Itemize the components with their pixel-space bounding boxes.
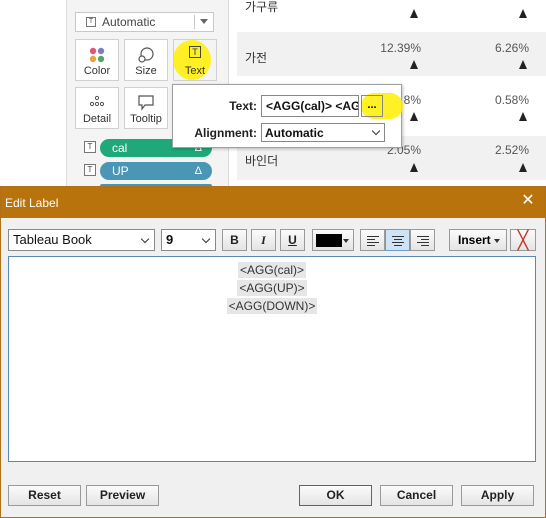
- reset-button[interactable]: Reset: [8, 485, 81, 506]
- text-field-label: Text:: [229, 99, 257, 113]
- text-button[interactable]: T Text: [173, 39, 217, 81]
- text-encoding-icon: T: [84, 164, 96, 176]
- align-left-button[interactable]: [360, 229, 385, 251]
- chevron-down-icon: [371, 126, 381, 136]
- up-arrow-icon: [519, 163, 527, 172]
- label-text-field[interactable]: <AGG(cal)> <AGG(UP)>: [261, 95, 359, 117]
- tooltip-icon: [138, 95, 154, 111]
- row-label: 바인더: [245, 154, 279, 168]
- chevron-down-icon: [140, 234, 150, 244]
- apply-button[interactable]: Apply: [461, 485, 534, 506]
- chevron-down-icon: [200, 19, 208, 24]
- size-button-label: Size: [135, 65, 157, 77]
- label-editor[interactable]: <AGG(cal)> <AGG(UP)> <AGG(DOWN)>: [8, 256, 536, 462]
- up-arrow-icon: [519, 60, 527, 69]
- font-size-value: 9: [166, 232, 174, 247]
- insert-label: Insert: [458, 233, 491, 247]
- align-right-icon: [417, 236, 429, 248]
- alignment-dropdown[interactable]: Automatic: [261, 123, 385, 142]
- bold-button[interactable]: B: [222, 229, 247, 251]
- editor-line: <AGG(cal)>: [9, 262, 535, 278]
- detail-button[interactable]: Detail: [75, 87, 119, 129]
- text-encoding-icon: T: [84, 141, 96, 153]
- worksheet-left-area: [0, 0, 66, 190]
- detail-button-label: Detail: [82, 113, 112, 125]
- close-icon[interactable]: ✕: [519, 192, 537, 210]
- font-color-button[interactable]: [312, 229, 354, 251]
- underline-button[interactable]: U: [280, 229, 305, 251]
- cell-value: 6.26%: [494, 41, 529, 55]
- editor-line: <AGG(DOWN)>: [9, 298, 535, 314]
- chevron-down-icon: [201, 234, 211, 244]
- caret-down-icon: [494, 239, 500, 243]
- text-mark-icon: T: [86, 17, 96, 27]
- font-family-select[interactable]: Tableau Book: [8, 229, 155, 251]
- tooltip-button-label: Tooltip: [130, 113, 162, 125]
- up-arrow-icon: [410, 9, 418, 18]
- up-pill[interactable]: UP Δ: [100, 162, 212, 180]
- pill-label: cal: [112, 141, 128, 155]
- text-button-label: Text: [184, 65, 206, 77]
- up-arrow-icon: [410, 163, 418, 172]
- mark-type-value: Automatic: [102, 15, 156, 29]
- alignment-value: Automatic: [265, 126, 324, 140]
- up-arrow-icon: [410, 60, 418, 69]
- text-icon: T: [189, 46, 201, 58]
- edit-label-ellipsis-button[interactable]: ...: [361, 95, 383, 117]
- italic-button[interactable]: I: [251, 229, 276, 251]
- up-arrow-icon: [519, 112, 527, 121]
- row-label: 가전: [245, 51, 268, 65]
- ok-button[interactable]: OK: [299, 485, 372, 506]
- font-size-select[interactable]: 9: [161, 229, 216, 251]
- editor-line: <AGG(UP)>: [9, 280, 535, 296]
- text-popover: Text: <AGG(cal)> <AGG(UP)> ... Alignment…: [172, 84, 403, 148]
- cell-value: 12.39%: [380, 41, 421, 55]
- dialog-title: Edit Label: [5, 196, 59, 210]
- color-palette-icon: [89, 47, 105, 63]
- cancel-button[interactable]: Cancel: [380, 485, 453, 506]
- marks-pill-row: T UP Δ: [75, 162, 215, 180]
- dropdown-separator: [194, 15, 195, 29]
- color-swatch: [316, 234, 342, 247]
- screen: { "marks": { "mark_type": "Automatic", "…: [0, 0, 546, 518]
- align-left-icon: [367, 236, 379, 248]
- up-arrow-icon: [410, 112, 418, 121]
- field-token: <AGG(cal)>: [237, 262, 307, 278]
- edit-label-dialog: Edit Label ✕ Tableau Book 9 B I U Insert…: [0, 186, 546, 518]
- caret-down-icon: [343, 239, 349, 243]
- clear-formatting-button[interactable]: ╳: [510, 229, 536, 251]
- color-button[interactable]: Color: [75, 39, 119, 81]
- field-token: <AGG(UP)>: [237, 280, 307, 296]
- dialog-title-bar: Edit Label ✕: [1, 187, 545, 218]
- alignment-label: Alignment:: [194, 126, 257, 140]
- up-arrow-icon: [519, 9, 527, 18]
- align-center-icon: [392, 236, 404, 248]
- preview-button[interactable]: Preview: [86, 485, 159, 506]
- cell-value: 0.58%: [494, 93, 529, 107]
- delta-icon: Δ: [194, 165, 202, 177]
- mark-type-dropdown[interactable]: T Automatic: [75, 12, 214, 32]
- cell-value: 2.52%: [494, 143, 529, 157]
- size-icon: [138, 47, 154, 63]
- font-family-value: Tableau Book: [13, 232, 92, 247]
- size-button[interactable]: Size: [124, 39, 168, 81]
- color-button-label: Color: [83, 65, 111, 77]
- row-label: 가구류: [245, 0, 279, 14]
- align-right-button[interactable]: [410, 229, 435, 251]
- insert-button[interactable]: Insert: [449, 229, 507, 251]
- tooltip-button[interactable]: Tooltip: [124, 87, 168, 129]
- align-center-button[interactable]: [385, 229, 410, 251]
- field-token: <AGG(DOWN)>: [226, 298, 318, 314]
- pill-label: UP: [112, 164, 129, 178]
- detail-dots-icon: [89, 95, 105, 107]
